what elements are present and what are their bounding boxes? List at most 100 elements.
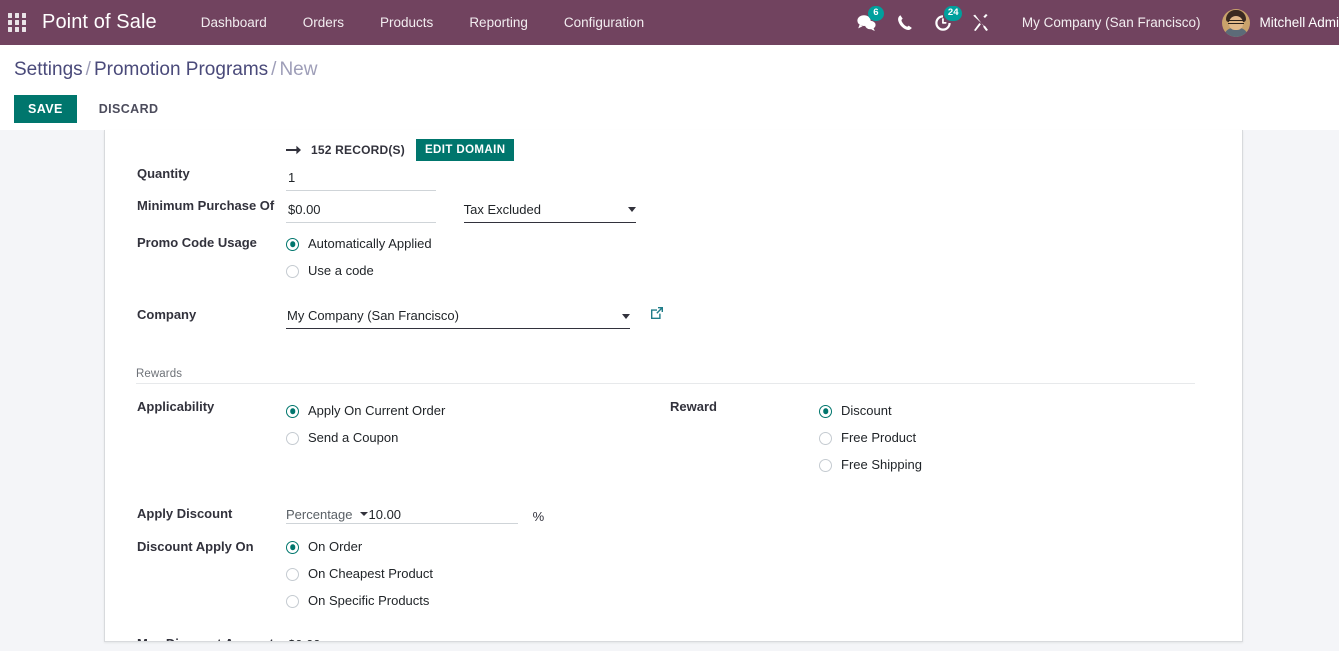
max-discount-amount-input[interactable]: $0.00 [286, 634, 392, 642]
radio-indicator [286, 541, 299, 554]
discount-detail-group: Apply Discount Percentage 10.00 % Discou… [135, 506, 1212, 642]
radio-discount[interactable]: Discount [819, 400, 1211, 423]
navbar-right-group: 6 24 My Company (San Francisco) [848, 0, 1339, 45]
discount-apply-on-label: Discount Apply On [135, 525, 285, 614]
app-brand-title[interactable]: Point of Sale [34, 11, 163, 34]
apps-grid-icon[interactable] [0, 0, 34, 45]
applicability-label: Applicability [135, 399, 285, 451]
company-select[interactable]: My Company (San Francisco) [286, 305, 630, 329]
promo-code-usage-field: Automatically Applied Use a code [285, 229, 1212, 284]
discard-button[interactable]: DISCARD [85, 95, 173, 123]
applicability-group: Applicability Apply On Current Order Sen… [135, 399, 668, 478]
company-row: Company My Company (San Francisco) [135, 284, 1212, 330]
apply-discount-label: Apply Discount [135, 506, 285, 525]
activity-clock-icon[interactable]: 24 [924, 0, 962, 45]
radio-apply-on-current-order[interactable]: Apply On Current Order [286, 400, 667, 423]
control-panel: Settings/Promotion Programs/New SAVE DIS… [0, 45, 1339, 130]
radio-indicator [286, 432, 299, 445]
top-navbar: Point of Sale Dashboard Orders Products … [0, 0, 1339, 45]
radio-use-a-code[interactable]: Use a code [286, 256, 1211, 283]
activity-badge: 24 [944, 6, 963, 21]
tax-mode-value: Tax Excluded [464, 199, 543, 222]
company-label: Company [135, 284, 285, 330]
quantity-field: 1 [285, 166, 1212, 198]
minimum-purchase-label: Minimum Purchase Of [135, 198, 285, 229]
radio-label: On Order [308, 539, 362, 555]
discount-amount-input[interactable]: 10.00 [369, 507, 519, 522]
radio-indicator [286, 265, 299, 278]
reward-field: Discount Free Product Free Shipping [818, 399, 1212, 478]
max-discount-amount-row: Max Discount Amount $0.00 if 0, no limit [135, 614, 1212, 642]
chevron-down-icon [628, 207, 636, 212]
apply-discount-field: Percentage 10.00 % [285, 506, 1212, 525]
quantity-label: Quantity [135, 166, 285, 198]
apps-grid-glyph [8, 13, 27, 32]
radio-free-shipping[interactable]: Free Shipping [819, 450, 1211, 477]
radio-label: On Specific Products [308, 593, 429, 609]
breadcrumb-separator-1: / [83, 59, 94, 80]
company-field: My Company (San Francisco) [285, 284, 1212, 330]
user-menu[interactable]: Mitchell Admi [1214, 9, 1339, 37]
chevron-down-icon [360, 512, 368, 516]
breadcrumb: Settings/Promotion Programs/New [14, 59, 1339, 81]
messages-icon[interactable]: 6 [848, 0, 886, 45]
discount-type-value-combo[interactable]: Percentage 10.00 [286, 507, 518, 524]
user-name-label: Mitchell Admi [1250, 15, 1339, 30]
promo-code-usage-row: Promo Code Usage Automatically Applied U… [135, 229, 1212, 284]
external-link-icon[interactable] [650, 306, 664, 320]
chevron-down-icon [622, 314, 630, 319]
quantity-row: Quantity 1 [135, 166, 1212, 198]
apply-discount-row: Apply Discount Percentage 10.00 % [135, 506, 1212, 525]
domain-field: 152 RECORD(S) EDIT DOMAIN [285, 138, 1212, 166]
save-button[interactable]: SAVE [14, 95, 77, 123]
menu-item-orders[interactable]: Orders [285, 0, 362, 45]
radio-on-specific-products[interactable]: On Specific Products [286, 586, 1211, 613]
active-company-label[interactable]: My Company (San Francisco) [1000, 15, 1215, 30]
discount-apply-on-field: On Order On Cheapest Product On Specific… [285, 525, 1212, 614]
record-count-label[interactable]: 152 RECORD(S) [311, 143, 405, 157]
radio-indicator [286, 568, 299, 581]
section-gap [135, 478, 1212, 506]
radio-on-order[interactable]: On Order [286, 536, 1211, 559]
tax-mode-select[interactable]: Tax Excluded [464, 199, 636, 223]
applicability-table: Applicability Apply On Current Order Sen… [135, 399, 668, 451]
applicability-row: Applicability Apply On Current Order Sen… [135, 399, 668, 451]
minimum-purchase-row: Minimum Purchase Of $0.00 Tax Excluded [135, 198, 1212, 229]
breadcrumb-current: New [279, 59, 317, 80]
menu-item-configuration[interactable]: Configuration [546, 0, 662, 45]
radio-on-cheapest-product[interactable]: On Cheapest Product [286, 559, 1211, 586]
radio-send-a-coupon[interactable]: Send a Coupon [286, 423, 667, 450]
quantity-input[interactable]: 1 [286, 167, 436, 191]
menu-item-dashboard[interactable]: Dashboard [183, 0, 285, 45]
menu-item-reporting[interactable]: Reporting [451, 0, 546, 45]
company-value: My Company (San Francisco) [286, 305, 461, 328]
percent-suffix-label: % [533, 509, 545, 524]
tools-icon[interactable] [962, 0, 1000, 45]
domain-spacer-label [135, 138, 285, 166]
record-actions: SAVE DISCARD [14, 95, 1339, 123]
phone-icon[interactable] [886, 0, 924, 45]
radio-label: Apply On Current Order [308, 403, 445, 419]
radio-indicator [286, 595, 299, 608]
discount-type-value: Percentage [286, 507, 353, 522]
reward-table: Reward Discount Free Product [668, 399, 1212, 478]
radio-automatically-applied[interactable]: Automatically Applied [286, 233, 1211, 256]
applicability-field: Apply On Current Order Send a Coupon [285, 399, 668, 451]
form-sheet: 152 RECORD(S) EDIT DOMAIN Quantity 1 Min… [104, 130, 1243, 642]
rewards-separator-cell: Rewards [135, 330, 1212, 399]
radio-indicator [819, 432, 832, 445]
menu-item-products[interactable]: Products [362, 0, 451, 45]
minimum-purchase-input[interactable]: $0.00 [286, 199, 436, 223]
radio-free-product[interactable]: Free Product [819, 423, 1211, 450]
avatar [1222, 9, 1250, 37]
edit-domain-button[interactable]: EDIT DOMAIN [416, 139, 514, 161]
discount-apply-on-row: Discount Apply On On Order On Cheapest P… [135, 525, 1212, 614]
radio-label: Free Product [841, 430, 916, 446]
reward-row: Reward Discount Free Product [668, 399, 1212, 478]
breadcrumb-promotion-programs[interactable]: Promotion Programs [94, 59, 268, 80]
breadcrumb-settings[interactable]: Settings [14, 59, 83, 80]
messages-badge: 6 [868, 6, 884, 21]
radio-label: On Cheapest Product [308, 566, 433, 582]
radio-indicator [819, 459, 832, 472]
arrow-right-icon [286, 144, 301, 156]
